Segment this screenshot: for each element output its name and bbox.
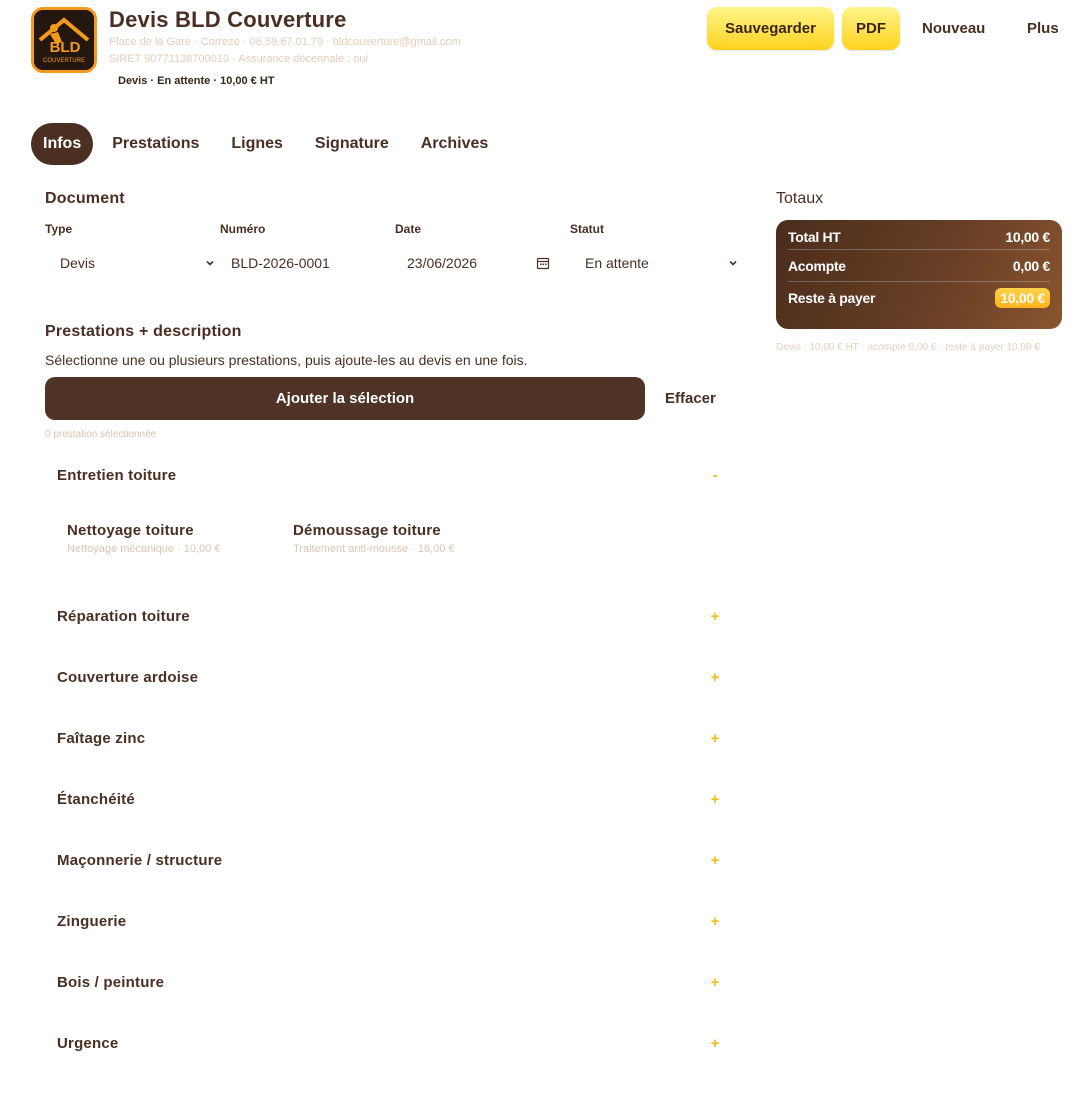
expand-icon[interactable]: + — [708, 608, 722, 625]
category-label: Étanchéité — [57, 790, 135, 808]
prestation-name: Nettoyage toiture — [67, 522, 194, 539]
category-label: Réparation toiture — [57, 607, 190, 625]
tab-signature[interactable]: Signature — [304, 123, 400, 165]
type-label: Type — [45, 222, 73, 236]
document-summary: Devis · En attente · 10,00 € HT — [118, 75, 275, 87]
app-title: Devis BLD Couverture — [109, 7, 347, 32]
expand-icon[interactable]: + — [708, 974, 722, 991]
prestations-description: Sélectionne une ou plusieurs prestations… — [45, 352, 528, 368]
balance-label: Reste à payer — [788, 290, 876, 306]
total-ht-value: 10,00 € — [1005, 228, 1050, 245]
category-label: Faîtage zinc — [57, 729, 146, 747]
category-etancheite[interactable]: Étanchéité + — [57, 787, 722, 811]
prestation-card[interactable]: Nettoyage toiture Nettoyage mécanique · … — [67, 522, 221, 555]
expand-icon[interactable]: + — [708, 1035, 722, 1052]
company-legal-line: SIRET 90771138700010 · Assurance décenna… — [109, 53, 368, 65]
type-select[interactable]: Devis — [45, 250, 215, 276]
prestation-detail: Traitement anti-mousse · 18,00 € — [293, 543, 455, 555]
chevron-down-icon — [206, 260, 214, 266]
category-couverture-ardoise[interactable]: Couverture ardoise + — [57, 665, 722, 689]
company-contact-line: Place de la Gare · Correze · 06.59.67.01… — [109, 36, 461, 48]
number-label: Numéro — [220, 222, 266, 236]
category-label: Bois / peinture — [57, 973, 165, 991]
total-ht-row: Total HT 10,00 € — [788, 224, 1050, 250]
type-value: Devis — [60, 255, 96, 271]
selection-count: 0 prestation sélectionnée — [45, 429, 157, 440]
deposit-label: Acompte — [788, 257, 846, 274]
tab-lignes[interactable]: Lignes — [220, 123, 294, 165]
more-button[interactable]: Plus — [1027, 7, 1059, 50]
pdf-button[interactable]: PDF — [842, 7, 900, 50]
date-value: 23/06/2026 — [407, 255, 478, 271]
category-bois-peinture[interactable]: Bois / peinture + — [57, 970, 722, 994]
prestation-detail: Nettoyage mécanique · 10,00 € — [67, 543, 221, 555]
prestations-section-title: Prestations + description — [45, 323, 242, 340]
calendar-icon[interactable] — [536, 256, 550, 270]
logo-text: BLD — [50, 39, 81, 56]
tab-infos[interactable]: Infos — [31, 123, 94, 165]
roofer-logo-icon: BLD COUVERTURE — [34, 10, 94, 70]
category-label: Zinguerie — [57, 912, 127, 930]
totals-title: Totaux — [776, 190, 824, 207]
tab-prestations[interactable]: Prestations — [101, 123, 210, 165]
prestation-card[interactable]: Démoussage toiture Traitement anti-mouss… — [293, 522, 455, 555]
tab-bar: Infos Prestations Lignes Signature Archi… — [31, 123, 509, 165]
number-input[interactable]: BLD-2026-0001 — [231, 250, 381, 276]
company-logo: BLD COUVERTURE — [31, 7, 97, 73]
category-label: Couverture ardoise — [57, 668, 199, 686]
deposit-row: Acompte 0,00 € — [788, 250, 1050, 282]
total-ht-label: Total HT — [788, 228, 841, 245]
totals-card: Total HT 10,00 € Acompte 0,00 € Reste à … — [776, 220, 1062, 329]
prestation-name: Démoussage toiture — [293, 522, 441, 539]
tab-archives[interactable]: Archives — [410, 123, 500, 165]
expand-icon[interactable]: + — [708, 913, 722, 930]
status-value: En attente — [585, 255, 649, 271]
category-maconnerie-structure[interactable]: Maçonnerie / structure + — [57, 848, 722, 872]
category-urgence[interactable]: Urgence + — [57, 1031, 722, 1055]
category-faitage-zinc[interactable]: Faîtage zinc + — [57, 726, 722, 750]
status-label: Statut — [570, 222, 604, 236]
totals-summary-note: Devis : 10,00 € HT · acompte 0,00 € · re… — [776, 342, 1040, 353]
balance-badge: 10,00 € — [995, 288, 1050, 308]
document-section-title: Document — [45, 190, 125, 207]
new-button[interactable]: Nouveau — [922, 7, 985, 50]
category-zinguerie[interactable]: Zinguerie + — [57, 909, 722, 933]
balance-row: Reste à payer 10,00 € — [788, 282, 1050, 314]
expand-icon[interactable]: + — [708, 791, 722, 808]
save-button[interactable]: Sauvegarder — [707, 7, 834, 50]
date-input[interactable]: 23/06/2026 — [395, 250, 550, 276]
expand-icon[interactable]: + — [708, 669, 722, 686]
date-label: Date — [395, 222, 422, 236]
chevron-down-icon — [729, 260, 737, 266]
category-label: Entretien toiture — [57, 466, 177, 484]
deposit-value: 0,00 € — [1012, 257, 1050, 274]
expand-icon[interactable]: + — [708, 852, 722, 869]
logo-subtext: COUVERTURE — [43, 58, 85, 64]
collapse-icon[interactable]: - — [708, 467, 722, 484]
expand-icon[interactable]: + — [708, 730, 722, 747]
number-value: BLD-2026-0001 — [231, 255, 330, 271]
category-label: Maçonnerie / structure — [57, 851, 223, 869]
category-entretien-toiture[interactable]: Entretien toiture - — [57, 463, 722, 487]
add-selection-button[interactable]: Ajouter la sélection — [45, 377, 645, 420]
clear-selection-button[interactable]: Effacer — [665, 377, 716, 420]
category-reparation-toiture[interactable]: Réparation toiture + — [57, 604, 722, 628]
status-select[interactable]: En attente — [570, 250, 738, 276]
category-label: Urgence — [57, 1034, 119, 1052]
